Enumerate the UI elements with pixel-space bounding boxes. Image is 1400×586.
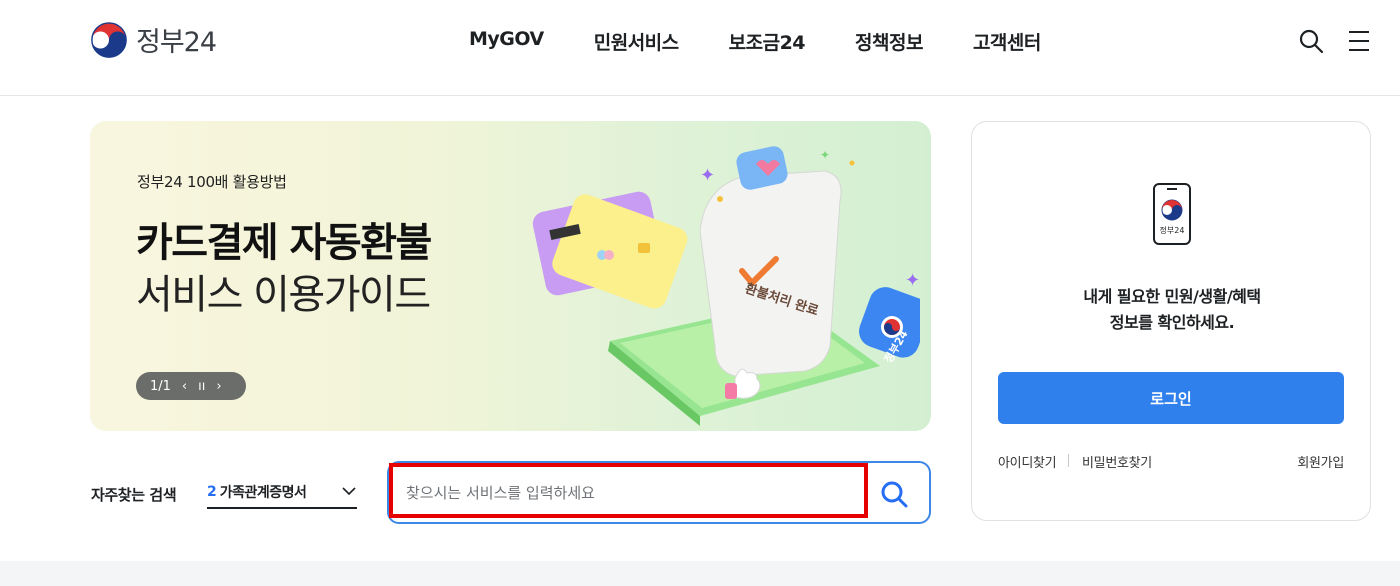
banner-pager: 1/1 ‹ ıı › — [136, 372, 246, 400]
signup-link[interactable]: 회원가입 — [1297, 452, 1344, 471]
nav-mygov[interactable]: MyGOV — [469, 28, 544, 55]
nav-policy-info[interactable]: 정책정보 — [855, 28, 923, 55]
login-message-line2: 정보를 확인하세요. — [1109, 313, 1235, 332]
logo-text: 정부24 — [136, 27, 217, 58]
frequent-search-item: 가족관계증명서 — [219, 485, 307, 501]
login-message: 내게 필요한 민원/생활/혜택 정보를 확인하세요. — [972, 284, 1372, 336]
banner-title-bold: 카드결제 자동환불 — [136, 220, 432, 266]
service-search-input[interactable] — [406, 478, 846, 508]
frequent-search-label: 자주찾는 검색 — [91, 486, 177, 504]
site-header: 정부24 MyGOV 민원서비스 보조금24 정책정보 고객센터 — [0, 0, 1400, 96]
link-divider — [1068, 454, 1069, 467]
nav-subsidy24[interactable]: 보조금24 — [729, 28, 806, 55]
banner-next-icon[interactable]: › — [216, 379, 221, 394]
mobile-gov24-icon: 정부24 — [1153, 183, 1191, 245]
taegeuk-logo-icon — [91, 21, 127, 58]
chevron-down-icon — [342, 487, 356, 496]
svg-text:✦: ✦ — [820, 148, 830, 162]
phone-label: 정부24 — [1160, 225, 1185, 235]
site-logo[interactable]: 정부24 — [90, 20, 217, 59]
banner-subtitle: 정부24 100배 활용방법 — [137, 173, 287, 191]
frequent-search-dropdown[interactable]: 2 가족관계증명서 — [207, 477, 357, 509]
frequent-search-rank: 2 — [207, 484, 217, 500]
banner-prev-icon[interactable]: ‹ — [182, 379, 187, 394]
search-submit-icon[interactable] — [878, 478, 910, 510]
banner-page-indicator: 1/1 — [150, 378, 171, 394]
banner-title-regular: 서비스 이용가이드 — [136, 272, 431, 318]
banner-pause-icon[interactable]: ıı — [198, 379, 205, 394]
login-card: 정부24 내게 필요한 민원/생활/혜택 정보를 확인하세요. 로그인 아이디찾… — [971, 121, 1371, 521]
nav-civil-service[interactable]: 민원서비스 — [594, 28, 679, 55]
find-id-link[interactable]: 아이디찾기 — [998, 452, 1057, 471]
search-icon[interactable] — [1298, 28, 1324, 54]
svg-text:✦: ✦ — [905, 270, 920, 291]
login-button[interactable]: 로그인 — [998, 372, 1344, 424]
main-banner[interactable]: 정부24 100배 활용방법 카드결제 자동환불 서비스 이용가이드 1/1 ‹… — [90, 121, 931, 431]
bottom-section-background — [0, 561, 1400, 586]
main-nav: MyGOV 민원서비스 보조금24 정책정보 고객센터 — [469, 28, 1091, 55]
svg-text:✦: ✦ — [700, 165, 715, 186]
nav-customer-center[interactable]: 고객센터 — [973, 28, 1041, 55]
refund-illustration: 환불처리 완료 정부24 ✦ ✦ ✦ — [532, 146, 920, 426]
hamburger-menu-icon[interactable] — [1346, 28, 1372, 54]
find-password-link[interactable]: 비밀번호찾기 — [1082, 452, 1152, 471]
login-message-line1: 내게 필요한 민원/생활/혜택 — [1083, 287, 1261, 306]
